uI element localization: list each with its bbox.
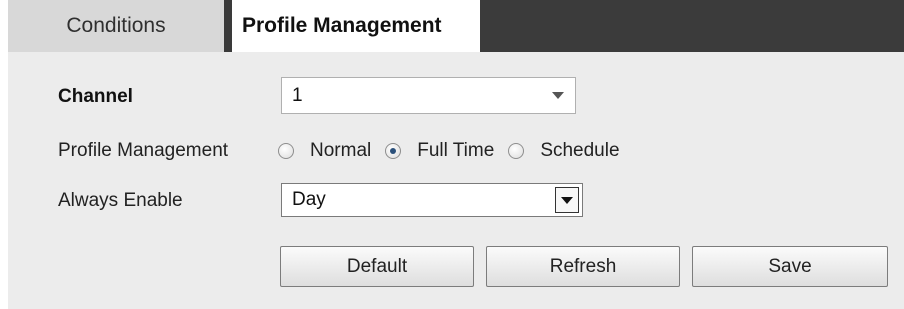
profile-management-radio-group: Normal Full Time Schedule: [278, 138, 634, 164]
radio-normal-label[interactable]: Normal: [310, 140, 371, 162]
radio-schedule[interactable]: [508, 143, 525, 159]
always-enable-select[interactable]: Day: [281, 183, 583, 217]
radio-full-time[interactable]: [385, 143, 402, 159]
channel-select[interactable]: 1: [281, 77, 576, 114]
channel-label: Channel: [58, 86, 133, 107]
radio-full-time-label[interactable]: Full Time: [417, 140, 494, 162]
always-enable-value: Day: [292, 189, 326, 210]
always-enable-label: Always Enable: [58, 190, 183, 211]
chevron-down-icon[interactable]: [541, 78, 575, 113]
channel-value: 1: [292, 85, 303, 106]
settings-panel: Conditions Profile Management Channel 1 …: [8, 0, 904, 309]
refresh-button[interactable]: Refresh: [486, 246, 680, 287]
save-button[interactable]: Save: [692, 246, 888, 287]
tab-bar-filler: [480, 0, 904, 52]
radio-normal[interactable]: [278, 143, 294, 159]
tab-bar: Conditions Profile Management: [8, 0, 904, 52]
chevron-down-icon[interactable]: [555, 187, 579, 213]
profile-management-label: Profile Management: [58, 140, 229, 161]
tab-profile-management[interactable]: Profile Management: [224, 0, 480, 52]
default-button[interactable]: Default: [280, 246, 474, 287]
tab-conditions[interactable]: Conditions: [8, 0, 224, 52]
radio-schedule-label[interactable]: Schedule: [540, 140, 619, 162]
